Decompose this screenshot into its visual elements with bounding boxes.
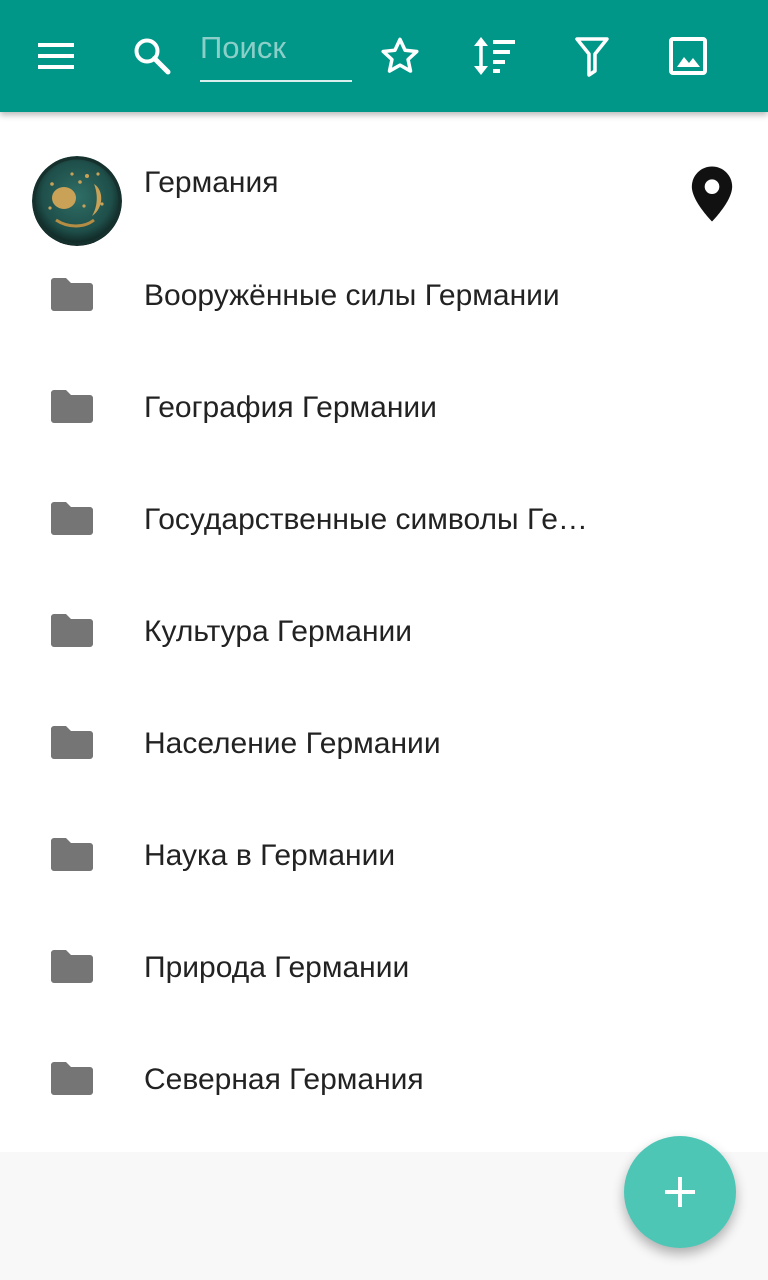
folder-icon: [51, 726, 93, 759]
app-toolbar: [0, 0, 768, 112]
category-list: Германия Вооружённые силы Германии Геогр…: [0, 112, 768, 1152]
search-input[interactable]: [200, 22, 352, 74]
list-item[interactable]: Население Германии: [0, 688, 768, 800]
sort-button[interactable]: [463, 24, 527, 88]
list-item-label: Вооружённые силы Германии: [144, 279, 560, 312]
list-item-label: Наука в Германии: [144, 839, 396, 872]
header-item-label: Германия: [144, 166, 279, 199]
location-pin-icon[interactable]: [690, 164, 734, 224]
list-item-label: Культура Германии: [144, 615, 413, 648]
image-button[interactable]: [656, 24, 720, 88]
list-item[interactable]: Государственные символы Ге…: [0, 464, 768, 576]
list-item-label: Природа Германии: [144, 951, 410, 984]
menu-button[interactable]: [24, 24, 88, 88]
add-button[interactable]: [624, 1136, 736, 1248]
list-item[interactable]: Наука в Германии: [0, 800, 768, 912]
search-field[interactable]: [200, 22, 352, 82]
folder-icon: [51, 614, 93, 647]
favorites-button[interactable]: [368, 24, 432, 88]
folder-icon: [51, 278, 93, 311]
folder-icon: [51, 950, 93, 983]
folder-icon: [51, 1062, 93, 1095]
list-item[interactable]: Вооружённые силы Германии: [0, 240, 768, 352]
folder-icon: [51, 502, 93, 535]
list-item[interactable]: Природа Германии: [0, 912, 768, 1024]
folder-icon: [51, 838, 93, 871]
list-item-label: Государственные символы Ге…: [144, 503, 588, 536]
list-item-label: Население Германии: [144, 727, 441, 760]
avatar: [32, 156, 122, 246]
search-icon: [134, 38, 171, 75]
list-item-label: География Германии: [144, 391, 437, 424]
filter-button[interactable]: [560, 24, 624, 88]
list-item-header[interactable]: Германия: [0, 128, 768, 246]
plus-icon: [665, 1177, 695, 1207]
list-item[interactable]: География Германии: [0, 352, 768, 464]
search-button[interactable]: [120, 24, 184, 88]
folder-icon: [51, 390, 93, 423]
list-item[interactable]: Культура Германии: [0, 576, 768, 688]
menu-icon: [38, 43, 74, 69]
image-icon: [669, 37, 707, 75]
filter-icon: [575, 37, 609, 77]
list-item[interactable]: Северная Германия: [0, 1024, 768, 1136]
list-item-label: Северная Германия: [144, 1063, 424, 1096]
sort-icon: [474, 37, 515, 75]
star-icon: [381, 37, 419, 73]
